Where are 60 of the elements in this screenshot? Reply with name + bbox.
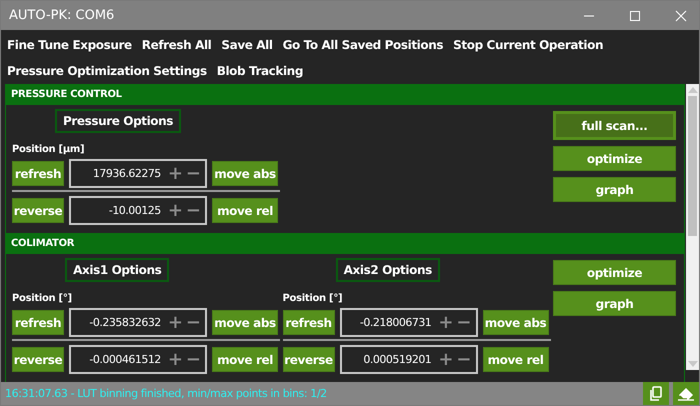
menu-item[interactable]: Refresh All	[142, 38, 212, 52]
options-label: Axis1 Options	[65, 258, 170, 282]
menu-item[interactable]: Stop Current Operation	[453, 38, 604, 52]
decrement-button[interactable]: −	[456, 350, 472, 368]
menu-item[interactable]: Pressure Optimization Settings	[7, 64, 207, 78]
decrement-button[interactable]: −	[186, 314, 201, 332]
action-button[interactable]: refresh	[282, 310, 334, 335]
scrollbar[interactable]	[686, 84, 699, 370]
position-label: Position [°]	[12, 293, 73, 304]
decrement-button[interactable]: −	[456, 314, 472, 332]
side-button[interactable]: optimize	[553, 146, 676, 171]
decrement-button[interactable]: −	[186, 164, 201, 182]
section-title: PRESSURE CONTROL	[11, 89, 122, 100]
side-button[interactable]: full scan...	[553, 111, 676, 140]
window-title: AUTO-PK: COM6	[9, 8, 114, 23]
increment-button[interactable]: +	[438, 350, 454, 368]
move-button[interactable]: move abs	[482, 310, 548, 335]
action-button[interactable]: reverse	[12, 347, 64, 372]
maximize-icon[interactable]	[629, 10, 641, 22]
side-button[interactable]: optimize	[553, 260, 676, 285]
increment-button[interactable]: +	[168, 350, 183, 368]
value-field[interactable]: 0.000519201 + −	[340, 345, 478, 374]
options-label: Axis2 Options	[336, 258, 440, 282]
clear-button[interactable]	[673, 382, 699, 405]
value-field[interactable]: -0.218006731 + −	[340, 308, 478, 337]
move-button[interactable]: move abs	[212, 161, 278, 186]
move-button[interactable]: move abs	[212, 310, 278, 335]
increment-button[interactable]: +	[168, 164, 183, 182]
side-button[interactable]: graph	[553, 291, 676, 316]
menu-item[interactable]: Go To All Saved Positions	[282, 38, 444, 52]
increment-button[interactable]: +	[168, 202, 183, 220]
action-button[interactable]: reverse	[282, 347, 334, 372]
decrement-button[interactable]: −	[186, 202, 201, 220]
menu-item[interactable]: Save All	[221, 38, 273, 52]
eraser-icon	[677, 386, 695, 400]
menu-item[interactable]: Fine Tune Exposure	[7, 38, 132, 52]
increment-button[interactable]: +	[168, 314, 183, 332]
section-title: COLIMATOR	[11, 238, 74, 249]
value-field[interactable]: 17936.62275 + −	[69, 159, 207, 188]
action-button[interactable]: refresh	[12, 161, 64, 186]
side-button[interactable]: graph	[553, 177, 676, 202]
options-label: Pressure Options	[54, 109, 182, 133]
scroll-thumb[interactable]	[688, 96, 697, 236]
copy-button[interactable]	[643, 382, 669, 405]
copy-icon	[649, 386, 663, 402]
value-field[interactable]: -0.235832632 + −	[69, 308, 207, 337]
status-message: 16:31:07.63 - LUT binning finished, min/max points in bins: 1/2	[5, 387, 327, 400]
move-button[interactable]: move rel	[482, 347, 548, 372]
action-button[interactable]: reverse	[12, 198, 64, 223]
menu-item[interactable]: Blob Tracking	[216, 64, 304, 78]
decrement-button[interactable]: −	[186, 350, 201, 368]
move-button[interactable]: move rel	[212, 347, 278, 372]
value-field[interactable]: -0.000461512 + −	[69, 345, 207, 374]
position-label: Position [µm]	[12, 144, 86, 155]
position-label: Position [°]	[282, 293, 344, 304]
action-button[interactable]: refresh	[12, 310, 64, 335]
value-field[interactable]: -10.00125 + −	[69, 196, 207, 225]
increment-button[interactable]: +	[438, 314, 454, 332]
move-button[interactable]: move rel	[212, 198, 278, 223]
close-icon[interactable]	[675, 10, 687, 22]
